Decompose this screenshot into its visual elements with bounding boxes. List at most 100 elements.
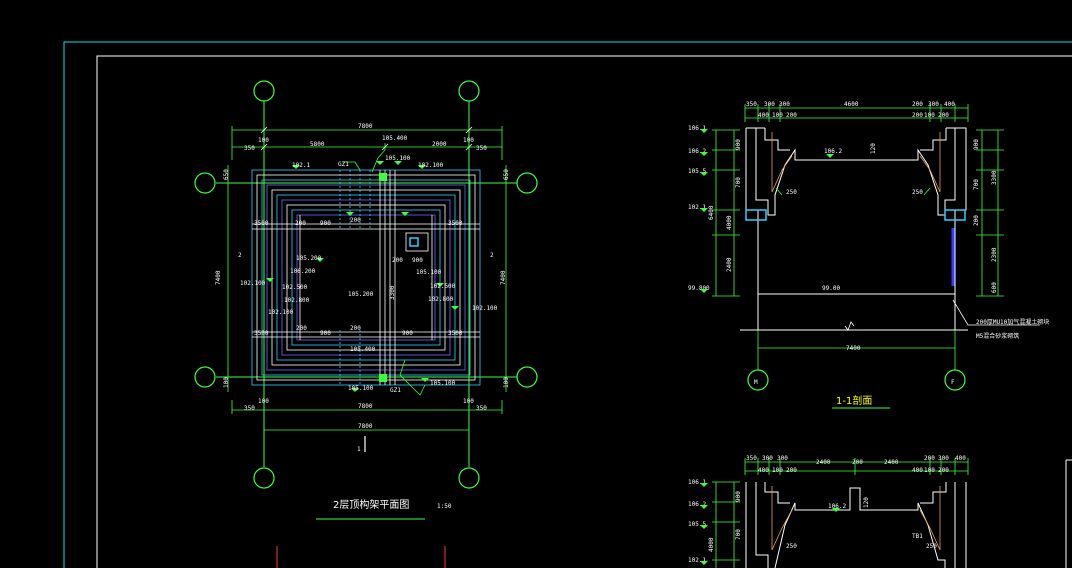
plan-dim-side-left: 7400 xyxy=(215,270,222,285)
plan-elevation-markers xyxy=(266,161,459,392)
plan-dim-900-d: 900 xyxy=(402,330,413,337)
plan-elev-bottom-c: 105.100 xyxy=(430,380,456,387)
section-1-1: 350 300 300 4600 200 300 400 400 100 200… xyxy=(688,101,1049,409)
section-title: 1-1剖面 xyxy=(836,394,872,407)
sec2-dim-left-900: 900 xyxy=(735,491,742,502)
sec2-dim-250-left: 250 xyxy=(786,543,797,550)
plan-dim-200-b: 200 xyxy=(350,217,361,224)
plan-elev-102-1r: 102.100 xyxy=(418,162,444,169)
plan-dim-side-right: 7400 xyxy=(500,270,507,285)
sec-elev-roof: 106.2 xyxy=(824,148,842,155)
sec-axis-right: F xyxy=(951,379,955,386)
roof-frame-plan: 7800 5800 2000 100 100 350 350 7800 7800… xyxy=(194,80,538,568)
plan-dim-3500-tl: 3500 xyxy=(254,220,269,227)
plan-dim-900-a: 900 xyxy=(320,220,331,227)
sec-dim-bottom: 7400 xyxy=(846,345,861,352)
sec-dim-right-200: 200 xyxy=(973,215,980,226)
plan-dim-side-650-right: 650 xyxy=(503,169,510,180)
plan-dim-side-100-left: 100 xyxy=(223,377,230,388)
plan-elev-102-800: 102.800 xyxy=(284,297,310,304)
plan-elev-top-a: 105.400 xyxy=(382,135,408,142)
plan-elev-102-500: 102.500 xyxy=(282,284,308,291)
section-2-partial: 350 300 300 2400 200 2400 200 300 400 40… xyxy=(688,455,969,568)
plan-leaders xyxy=(342,149,426,396)
plan-dim-3500-br: 3500 xyxy=(448,330,463,337)
plan-elev-r-102500: 102.500 xyxy=(430,283,456,290)
sec2-dim-top2-3: 400 xyxy=(912,467,923,474)
plan-dim-3500-bl: 3500 xyxy=(254,330,269,337)
plan-elev-top-b: 105.100 xyxy=(385,155,411,162)
plan-gz1-top: GZ1 xyxy=(338,161,349,168)
plan-dim-top-right: 2000 xyxy=(432,141,447,148)
plan-dim-bottom-100-left: 100 xyxy=(258,398,269,405)
plan-dim-900-b: 900 xyxy=(320,330,331,337)
plan-dim-top-100-left: 100 xyxy=(258,137,269,144)
plan-dim-top xyxy=(231,126,503,160)
plan-elev-102-100b: 102.100 xyxy=(268,309,294,316)
cad-drawing-canvas[interactable]: 7800 5800 2000 100 100 350 350 7800 7800… xyxy=(0,0,1072,568)
sec2-dim-top-1: 300 xyxy=(762,455,773,462)
section-gutter-left xyxy=(745,209,966,221)
plan-dim-3300: 3300 xyxy=(389,285,396,300)
sec-dim-left-total: 6400 xyxy=(708,205,715,220)
sec-elev-ground: 99.800 xyxy=(688,285,710,292)
sec2-dim-top-0: 350 xyxy=(746,455,757,462)
sec2-dim-left-700: 700 xyxy=(735,529,742,540)
plan-elev-102-1: 102.1 xyxy=(292,162,310,169)
plan-dim-top-total: 7800 xyxy=(358,123,373,130)
sec2-dim-top-2: 300 xyxy=(777,455,788,462)
sec-dim-250-right: 250 xyxy=(912,189,923,196)
plan-dim-3500-tr: 3500 xyxy=(448,220,463,227)
sec2-dim-250-right: 250 xyxy=(926,543,937,550)
sec2-dim-top-4: 200 xyxy=(852,459,863,466)
svg-text:M5混合砂浆砌筑: M5混合砂浆砌筑 xyxy=(976,332,1019,340)
sec-dim-top2-2: 200 xyxy=(786,112,797,119)
plan-dim-top-left: 5800 xyxy=(310,141,325,148)
sec-dim-left-4000: 4000 xyxy=(726,215,733,230)
plan-elev-bottom-b: 105.100 xyxy=(348,385,374,392)
plan-dim-200-c: 200 xyxy=(296,325,307,332)
sec2-dim-left-4000: 4000 xyxy=(708,537,715,552)
plan-gz1-bottom: GZ1 xyxy=(390,387,401,394)
drawing-frame xyxy=(63,41,1072,568)
plan-section-cut-mark: 1 xyxy=(357,436,366,453)
sec-dim-top-1: 300 xyxy=(764,101,775,108)
sec2-dim-top2-4: 100 xyxy=(924,467,935,474)
sec2-dim-top2-5: 200 xyxy=(938,467,949,474)
sec-axis-left: M xyxy=(754,379,758,386)
sec-dim-top-4: 200 xyxy=(912,101,923,108)
plan-axis-right-label: 2 xyxy=(490,252,494,259)
plan-dim-bottom-total: 7800 xyxy=(358,403,373,410)
sec-dim-right-2300: 2300 xyxy=(991,247,998,262)
sec2-tb: TB1 xyxy=(912,533,923,540)
sec-dim-top2-3: 200 xyxy=(912,112,923,119)
plan-dim-900-c: 900 xyxy=(412,257,423,264)
plan-elev-center: 105.200 xyxy=(348,291,374,298)
plan-elev-105-200: 105.200 xyxy=(296,255,322,262)
sec-dim-top-0: 350 xyxy=(746,101,757,108)
sec-dim-top-3: 4600 xyxy=(844,101,859,108)
plan-dim-top-350-right: 350 xyxy=(476,145,487,152)
sec-dim-right-3300: 3300 xyxy=(991,170,998,185)
plan-dim-top-350-left: 350 xyxy=(244,145,255,152)
sec-dim-right-600: 600 xyxy=(991,282,998,293)
plan-dim-200-mid: 200 xyxy=(392,257,403,264)
plan-elev-102-100: 102.100 xyxy=(240,280,266,287)
plan-scale: 1:50 xyxy=(437,503,452,510)
section-note: 200厚MU10加气混凝土砌块 M5混合砂浆砌筑 xyxy=(952,299,1049,340)
sec-dim-left-700: 700 xyxy=(735,177,742,188)
sec-dim-250-left: 250 xyxy=(786,189,797,196)
section-outline xyxy=(740,127,968,331)
sec-dim-top-2: 300 xyxy=(779,101,790,108)
sec2-dim-top-5: 2400 xyxy=(884,459,899,466)
svg-text:1: 1 xyxy=(357,446,361,453)
plan-elev-r-102100: 102.100 xyxy=(472,305,498,312)
sec2-dim-top-7: 300 xyxy=(938,455,949,462)
sec-dim-top2-1: 100 xyxy=(772,112,783,119)
sec2-dim-top-8: 400 xyxy=(955,455,966,462)
plan-dim-top-100-right: 100 xyxy=(463,137,474,144)
sec-dim-left-2400: 2400 xyxy=(726,257,733,272)
sec2-dim-120: 120 xyxy=(863,497,870,508)
plan-dim-side-650-left: 650 xyxy=(223,169,230,180)
sec-dim-left-900: 900 xyxy=(735,139,742,150)
